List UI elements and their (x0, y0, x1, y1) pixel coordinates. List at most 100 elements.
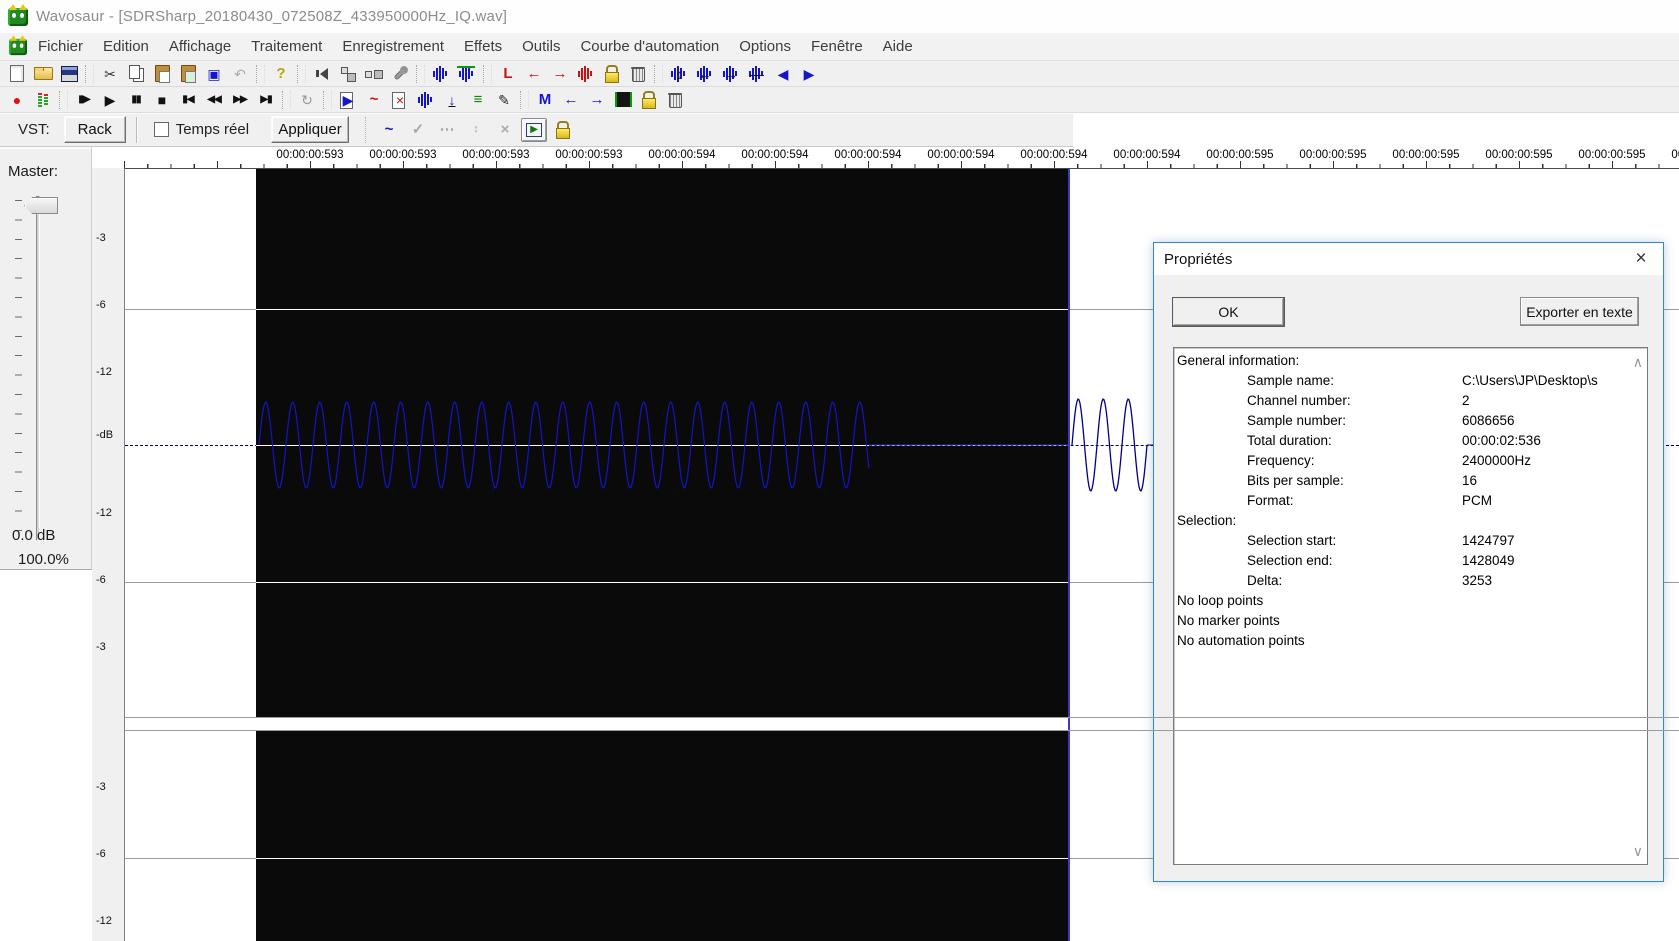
markers-wave-icon[interactable] (573, 62, 599, 86)
ruler-timestamp: 00:00:00:594 (927, 149, 995, 161)
paste-icon[interactable] (149, 62, 175, 86)
menu-options[interactable]: Options (729, 33, 801, 60)
open-file-icon[interactable] (30, 62, 56, 86)
resample-icon[interactable] (413, 88, 439, 112)
statistics-icon[interactable]: ~ (361, 88, 387, 112)
menu-traitement[interactable]: Traitement (241, 33, 332, 60)
close-icon[interactable]: × (1627, 245, 1655, 273)
properties-dialog: Propriétés × OK Exporter en texte Genera… (1153, 242, 1664, 882)
property-label: Delta: (1247, 573, 1283, 588)
db-scale-label: -12 (96, 366, 112, 378)
record-icon[interactable]: ● (4, 88, 30, 112)
menu-effets[interactable]: Effets (454, 33, 512, 60)
toolbar-separator (520, 90, 529, 109)
dialog-title-bar[interactable]: Propriétés × (1154, 243, 1663, 275)
menu-fenetre[interactable]: Fenêtre (801, 33, 873, 60)
selection-end-icon[interactable]: → (718, 62, 744, 86)
menu-aide[interactable]: Aide (873, 33, 923, 60)
lock-markers-icon[interactable] (599, 62, 625, 86)
delete-audio-icon[interactable]: × (387, 88, 413, 112)
channel-separator-top-line (125, 717, 1679, 718)
master-volume-handle[interactable] (24, 197, 58, 214)
waveform-select-icon[interactable] (428, 62, 454, 86)
selection-fit-icon[interactable]: — (744, 62, 770, 86)
property-row: Selection: (1174, 512, 1647, 532)
ruler-timestamp: 00:00:00:595 (1485, 149, 1553, 161)
automation-delete-icon[interactable]: × (492, 118, 518, 142)
marker-block-icon[interactable] (610, 88, 636, 112)
marker-m-icon[interactable]: M (532, 88, 558, 112)
rewind-icon[interactable]: ◀◀ (201, 88, 227, 112)
scroll-up-icon[interactable]: ∧ (1633, 354, 1643, 371)
menu-enregistrement[interactable]: Enregistrement (332, 33, 454, 60)
cut-icon[interactable]: ✂ (97, 62, 123, 86)
next-view-icon[interactable]: ▶ (796, 62, 822, 86)
properties-list[interactable]: General information: Sample name: C:\Use… (1173, 347, 1648, 865)
ruler-timestamp: 00:00:00:593 (555, 149, 623, 161)
rack-button[interactable]: Rack (63, 116, 126, 143)
master-slider-track[interactable] (36, 196, 40, 541)
automation-curve-icon[interactable]: ~ (376, 118, 402, 142)
automation-apply-icon[interactable]: ✓ (405, 118, 431, 142)
toolbar-separator (483, 64, 492, 83)
vst-lock-icon[interactable] (550, 118, 576, 142)
connector-a-icon[interactable] (335, 62, 361, 86)
property-row: Frequency: 2400000Hz (1174, 452, 1647, 472)
ok-button[interactable]: OK (1172, 297, 1285, 327)
pause-icon[interactable]: ▮▮ (123, 88, 149, 112)
stop-icon[interactable]: ■ (149, 88, 175, 112)
marker-left-icon[interactable]: ← (521, 62, 547, 86)
title-bar: Wavosaur - [SDRSharp_20180430_072508Z_43… (0, 0, 1679, 33)
new-file-icon[interactable] (4, 62, 30, 86)
ruler-major-ticks (124, 161, 1679, 168)
lock-loop-icon[interactable] (636, 88, 662, 112)
play-from-cursor-icon[interactable]: ▮▶ (71, 88, 97, 112)
property-value: 2400000Hz (1462, 453, 1532, 468)
realtime-label: Temps réel (175, 121, 250, 138)
db-scale-label: -3 (96, 641, 106, 653)
property-row: Channel number: 2 (1174, 392, 1647, 412)
loop-marker-icon[interactable]: L (495, 62, 521, 86)
db-scale-label: -6 (96, 299, 106, 311)
insert-audio-icon[interactable]: ▶ (335, 88, 361, 112)
automation-scale-icon[interactable]: ↕ (463, 118, 489, 142)
copy-icon[interactable] (123, 62, 149, 86)
crop-selection-icon[interactable]: ▣ (201, 62, 227, 86)
zoom-vertical-icon[interactable]: ↕ (666, 62, 692, 86)
marker-prev-icon[interactable]: ← (558, 88, 584, 112)
menu-outils[interactable]: Outils (512, 33, 570, 60)
separator (135, 116, 138, 143)
db-scale-label: -6 (96, 848, 106, 860)
window-title: Wavosaur - [SDRSharp_20180430_072508Z_43… (36, 8, 508, 25)
timeline-ruler[interactable]: 00:00:00:593 00:00:00:593 00:00:00:593 0… (0, 147, 1679, 168)
toolbar-separator (654, 64, 663, 83)
vst-play-icon[interactable]: ▶ (521, 117, 548, 142)
delete-loop-icon[interactable] (662, 88, 688, 112)
db-scale-gutter: -3 -6 -12 -dB -12 -6 -3 -3 -6 -12 (92, 168, 124, 941)
toolbar-separator (256, 64, 265, 83)
play-icon[interactable]: ▶ (97, 88, 123, 112)
export-text-button[interactable]: Exporter en texte (1520, 297, 1639, 326)
scroll-down-icon[interactable]: ∨ (1633, 843, 1643, 860)
selection-start-icon[interactable]: ← (692, 62, 718, 86)
prev-view-icon[interactable]: ◀ (770, 62, 796, 86)
automation-points-icon[interactable]: ⋯ (434, 118, 460, 142)
paste-special-icon[interactable] (175, 62, 201, 86)
property-row: Selection end: 1428049 (1174, 552, 1647, 572)
marker-right-icon[interactable]: → (547, 62, 573, 86)
connector-b-icon[interactable] (361, 62, 387, 86)
realtime-checkbox[interactable] (153, 122, 169, 137)
property-label: Selection end: (1247, 553, 1333, 568)
go-start-icon[interactable]: ▮◀ (175, 88, 201, 112)
normalize-icon[interactable]: ↓ (439, 88, 465, 112)
fast-forward-icon[interactable]: ▶▶ (227, 88, 253, 112)
menu-edition[interactable]: Edition (93, 33, 159, 60)
menu-fichier[interactable]: Fichier (28, 33, 93, 60)
menu-affichage[interactable]: Affichage (159, 33, 241, 60)
apply-button[interactable]: Appliquer (271, 116, 350, 143)
batch-processor-icon[interactable]: ≡ (465, 88, 491, 112)
marker-next-icon[interactable]: → (584, 88, 610, 112)
menu-courbe-automation[interactable]: Courbe d'automation (570, 33, 729, 60)
property-row: Bits per sample: 16 (1174, 472, 1647, 492)
audio-device-icon[interactable] (309, 62, 335, 86)
